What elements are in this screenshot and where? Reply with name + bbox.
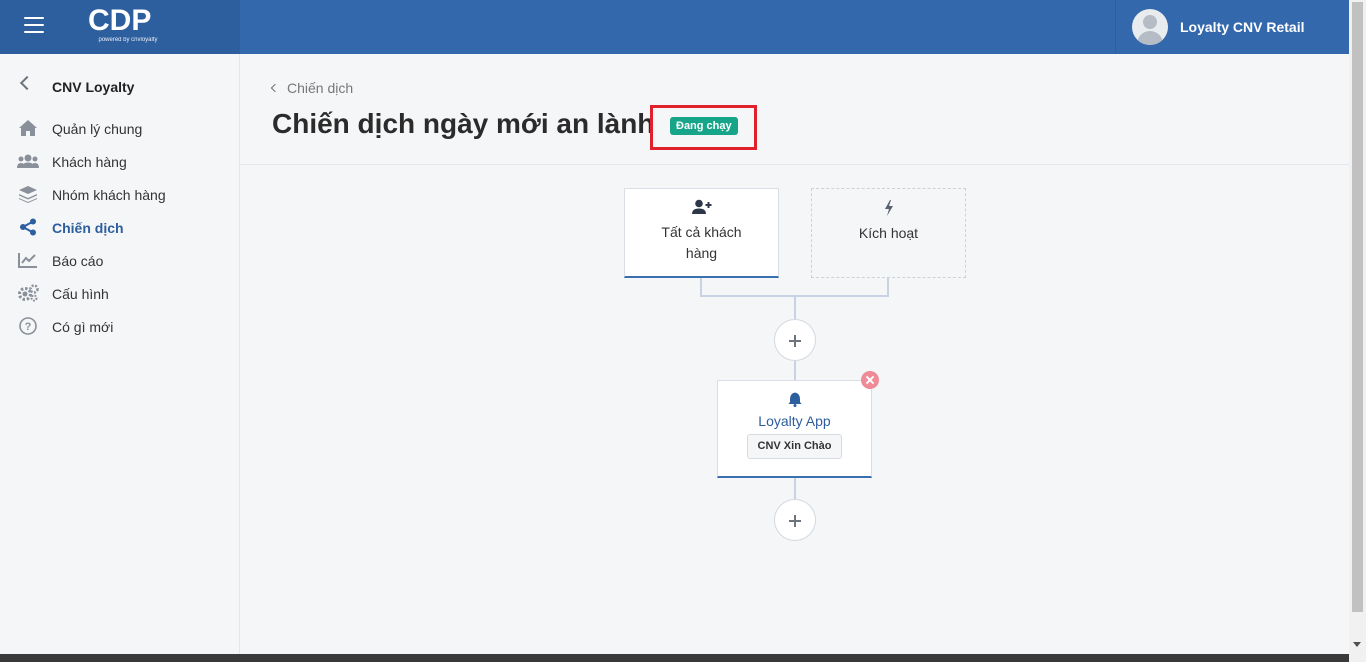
scrollbar-thumb[interactable] — [1352, 2, 1363, 612]
svg-text:?: ? — [25, 321, 32, 333]
action-app-name: Loyalty App — [758, 413, 831, 429]
avatar — [1132, 9, 1168, 45]
user-plus-icon — [691, 199, 712, 215]
gears-icon — [17, 283, 39, 303]
menu-toggle-icon[interactable] — [24, 17, 44, 35]
sidebar: CNV Loyalty Quản lý chung Khách hàng Nhó… — [0, 54, 240, 654]
brand-area: CDP powered by cnvloyalty — [0, 0, 240, 54]
user-name: Loyalty CNV Retail — [1180, 19, 1305, 35]
bottom-edge — [0, 654, 1349, 662]
sidebar-item-label: Nhóm khách hàng — [52, 186, 166, 203]
chevron-left-icon — [270, 83, 280, 93]
bolt-icon — [884, 200, 894, 216]
sidebar-item-cau-hinh[interactable]: Cấu hình — [0, 277, 240, 310]
breadcrumb[interactable]: Chiến dịch — [270, 80, 353, 96]
sidebar-item-label: Có gì mới — [52, 318, 114, 335]
logo-text: CDP — [88, 4, 152, 37]
chart-line-icon — [17, 250, 39, 270]
sidebar-title: CNV Loyalty — [52, 79, 135, 95]
sidebar-item-label: Quản lý chung — [52, 120, 143, 137]
connector-line — [794, 361, 796, 381]
breadcrumb-link[interactable]: Chiến dịch — [287, 80, 353, 96]
scroll-down-arrow-icon[interactable] — [1353, 642, 1361, 647]
top-bar: CDP powered by cnvloyalty Loyalty CNV Re… — [0, 0, 1349, 54]
home-icon — [17, 118, 39, 138]
sidebar-header: CNV Loyalty — [0, 74, 240, 100]
remove-action-icon[interactable] — [861, 371, 879, 389]
cdp-logo[interactable]: CDP powered by cnvloyalty — [88, 6, 168, 50]
add-step-button[interactable] — [774, 319, 816, 361]
question-circle-icon: ? — [17, 316, 39, 336]
connector-line — [794, 297, 796, 319]
divider — [240, 164, 1349, 165]
action-card[interactable]: Loyalty App CNV Xin Chào — [717, 380, 872, 478]
bell-icon — [788, 392, 802, 407]
users-icon — [17, 151, 39, 171]
main-content: Chiến dịch Chiến dịch ngày mới an lành Đ… — [240, 54, 1349, 654]
logo-subtext: powered by cnvloyalty — [98, 37, 158, 43]
sidebar-item-chien-dich[interactable]: Chiến dịch — [0, 211, 240, 244]
sidebar-nav: Quản lý chung Khách hàng Nhóm khách hàng… — [0, 112, 240, 343]
sidebar-item-nhom-khach-hang[interactable]: Nhóm khách hàng — [0, 178, 240, 211]
trigger-card[interactable]: Kích hoạt — [811, 188, 966, 278]
message-chip[interactable]: CNV Xin Chào — [746, 434, 843, 459]
sidebar-item-label: Cấu hình — [52, 285, 109, 302]
trigger-label: Kích hoạt — [858, 225, 919, 241]
sidebar-item-khach-hang[interactable]: Khách hàng — [0, 145, 240, 178]
sidebar-item-co-gi-moi[interactable]: ? Có gì mới — [0, 310, 240, 343]
connector-line — [794, 478, 796, 499]
user-menu[interactable]: Loyalty CNV Retail — [1115, 0, 1349, 54]
back-chevron-icon[interactable] — [19, 75, 35, 91]
vertical-scrollbar[interactable] — [1349, 0, 1366, 662]
sidebar-item-label: Khách hàng — [52, 153, 127, 170]
audience-label: Tất cả khách hàng — [661, 224, 742, 261]
highlight-annotation — [650, 105, 757, 150]
sidebar-item-bao-cao[interactable]: Báo cáo — [0, 244, 240, 277]
page-title: Chiến dịch ngày mới an lành — [272, 108, 655, 139]
add-step-button-bottom[interactable] — [774, 499, 816, 541]
share-icon — [17, 217, 39, 237]
sidebar-item-quan-ly-chung[interactable]: Quản lý chung — [0, 112, 240, 145]
sidebar-item-label: Chiến dịch — [52, 219, 124, 236]
sidebar-item-label: Báo cáo — [52, 252, 104, 269]
audience-card[interactable]: Tất cả khách hàng — [624, 188, 779, 278]
layers-icon — [17, 184, 39, 204]
